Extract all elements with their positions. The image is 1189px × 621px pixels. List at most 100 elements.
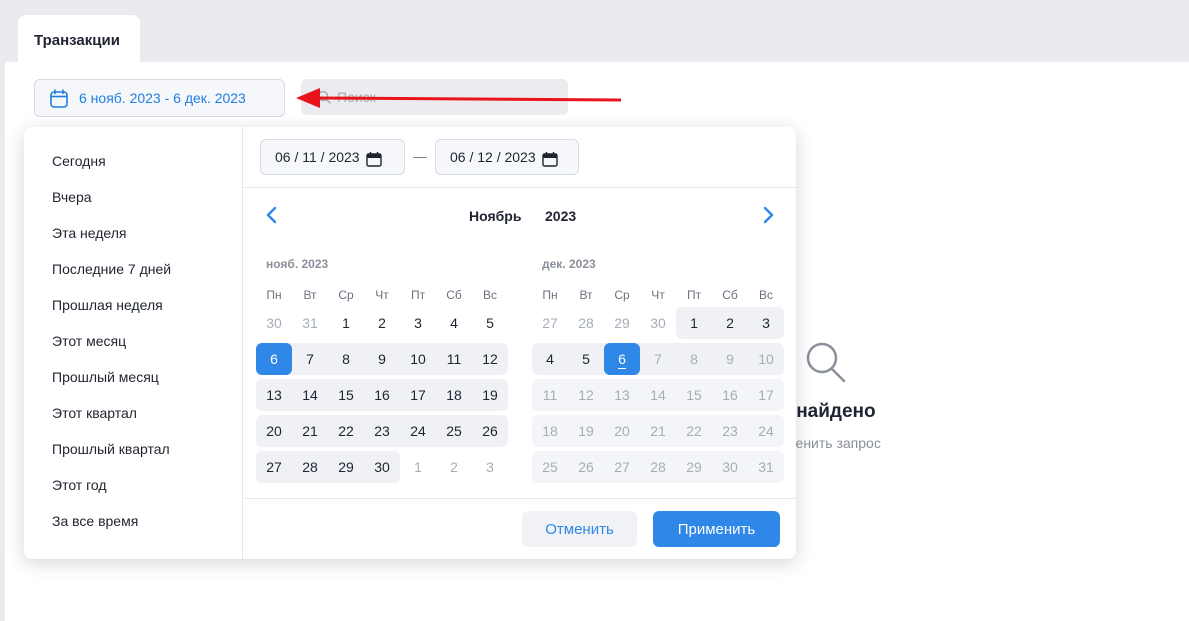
preset-last-week[interactable]: Прошлая неделя bbox=[52, 297, 163, 313]
calendar-day[interactable]: 27 bbox=[604, 451, 640, 483]
calendar-day[interactable]: 7 bbox=[640, 343, 676, 375]
preset-this-week[interactable]: Эта неделя bbox=[52, 225, 126, 241]
calendar-day[interactable]: 9 bbox=[364, 343, 400, 375]
preset-last-month[interactable]: Прошлый месяц bbox=[52, 369, 159, 385]
calendar-day[interactable]: 30 bbox=[640, 307, 676, 339]
day-number: 23 bbox=[722, 423, 738, 439]
tab-transactions[interactable]: Транзакции bbox=[18, 15, 140, 63]
calendar-day[interactable]: 28 bbox=[568, 307, 604, 339]
preset-today[interactable]: Сегодня bbox=[52, 153, 106, 169]
calendar-day[interactable]: 3 bbox=[400, 307, 436, 339]
calendar-day[interactable]: 28 bbox=[292, 451, 328, 483]
calendar-day[interactable]: 24 bbox=[748, 415, 784, 447]
year-selector[interactable]: 2023 bbox=[545, 208, 576, 224]
calendar-day[interactable]: 3 bbox=[472, 451, 508, 483]
calendar-day[interactable]: 30 bbox=[364, 451, 400, 483]
weekday-label: Вс bbox=[482, 288, 497, 302]
calendar-day[interactable]: 15 bbox=[676, 379, 712, 411]
calendar-day[interactable]: 16 bbox=[712, 379, 748, 411]
calendar-day[interactable]: 12 bbox=[472, 343, 508, 375]
calendar-day[interactable]: 29 bbox=[328, 451, 364, 483]
calendar-day[interactable]: 12 bbox=[568, 379, 604, 411]
weekday-label: Вс bbox=[758, 288, 773, 302]
day-number: 25 bbox=[446, 423, 462, 439]
day-number: 11 bbox=[446, 351, 462, 367]
calendar-day[interactable]: 11 bbox=[532, 379, 568, 411]
chevron-left-icon[interactable] bbox=[262, 205, 282, 225]
calendar-day[interactable]: 10 bbox=[748, 343, 784, 375]
calendar-day[interactable]: 18 bbox=[436, 379, 472, 411]
calendar-day[interactable]: 13 bbox=[256, 379, 292, 411]
preset-this-year[interactable]: Этот год bbox=[52, 477, 107, 493]
preset-this-month[interactable]: Этот месяц bbox=[52, 333, 126, 349]
calendar-day-selected[interactable]: 6 bbox=[256, 343, 292, 375]
calendar-icon[interactable] bbox=[365, 151, 382, 167]
calendar-day[interactable]: 24 bbox=[400, 415, 436, 447]
calendar-day[interactable]: 1 bbox=[676, 307, 712, 339]
calendar-day[interactable]: 14 bbox=[640, 379, 676, 411]
preset-this-quarter[interactable]: Этот квартал bbox=[52, 405, 137, 421]
calendar-day[interactable]: 8 bbox=[676, 343, 712, 375]
calendar-day[interactable]: 25 bbox=[436, 415, 472, 447]
calendar-day[interactable]: 8 bbox=[328, 343, 364, 375]
calendar-day[interactable]: 17 bbox=[400, 379, 436, 411]
calendar-day[interactable]: 23 bbox=[364, 415, 400, 447]
calendar-day[interactable]: 30 bbox=[256, 307, 292, 339]
day-number: 3 bbox=[762, 315, 770, 331]
preset-yesterday[interactable]: Вчера bbox=[52, 189, 92, 205]
calendar-day[interactable]: 26 bbox=[472, 415, 508, 447]
calendar-day[interactable]: 25 bbox=[532, 451, 568, 483]
calendar-day[interactable]: 2 bbox=[436, 451, 472, 483]
calendar-day[interactable]: 21 bbox=[292, 415, 328, 447]
calendar-day[interactable]: 4 bbox=[436, 307, 472, 339]
calendar-day[interactable]: 5 bbox=[472, 307, 508, 339]
calendar-day[interactable]: 18 bbox=[532, 415, 568, 447]
calendar-icon[interactable] bbox=[541, 151, 558, 167]
calendar-day[interactable]: 29 bbox=[676, 451, 712, 483]
calendar-day[interactable]: 2 bbox=[364, 307, 400, 339]
calendar-day[interactable]: 1 bbox=[400, 451, 436, 483]
calendar-day[interactable]: 21 bbox=[640, 415, 676, 447]
calendar-day[interactable]: 20 bbox=[256, 415, 292, 447]
month-selector[interactable]: Ноябрь bbox=[469, 208, 521, 224]
chevron-right-icon[interactable] bbox=[758, 205, 778, 225]
calendar-day[interactable]: 3 bbox=[748, 307, 784, 339]
calendar-day[interactable]: 7 bbox=[292, 343, 328, 375]
calendar-day[interactable]: 5 bbox=[568, 343, 604, 375]
date-range-button[interactable]: 6 нояб. 2023 - 6 дек. 2023 bbox=[34, 79, 285, 117]
apply-button[interactable]: Применить bbox=[653, 511, 780, 547]
calendar-day[interactable]: 17 bbox=[748, 379, 784, 411]
calendar-day[interactable]: 13 bbox=[604, 379, 640, 411]
calendar-day[interactable]: 4 bbox=[532, 343, 568, 375]
calendar-day[interactable]: 19 bbox=[472, 379, 508, 411]
end-date-input[interactable]: 06 / 12 / 2023 bbox=[435, 139, 579, 175]
calendar-day[interactable]: 30 bbox=[712, 451, 748, 483]
calendar-day[interactable]: 31 bbox=[748, 451, 784, 483]
preset-all-time[interactable]: За все время bbox=[52, 513, 138, 529]
calendar-day[interactable]: 27 bbox=[532, 307, 568, 339]
calendar-day[interactable]: 2 bbox=[712, 307, 748, 339]
preset-last-quarter[interactable]: Прошлый квартал bbox=[52, 441, 170, 457]
calendar-day-selected[interactable]: 6 bbox=[604, 343, 640, 375]
calendar-day[interactable]: 22 bbox=[328, 415, 364, 447]
day-number: 16 bbox=[374, 387, 390, 403]
calendar-day[interactable]: 31 bbox=[292, 307, 328, 339]
calendar-day[interactable]: 26 bbox=[568, 451, 604, 483]
calendar-day[interactable]: 10 bbox=[400, 343, 436, 375]
calendar-day[interactable]: 29 bbox=[604, 307, 640, 339]
calendar-day[interactable]: 14 bbox=[292, 379, 328, 411]
preset-last-7-days[interactable]: Последние 7 дней bbox=[52, 261, 171, 277]
calendar-day[interactable]: 16 bbox=[364, 379, 400, 411]
start-date-input[interactable]: 06 / 11 / 2023 bbox=[260, 139, 405, 175]
calendar-day[interactable]: 11 bbox=[436, 343, 472, 375]
calendar-day[interactable]: 23 bbox=[712, 415, 748, 447]
cancel-button[interactable]: Отменить bbox=[522, 511, 637, 547]
calendar-day[interactable]: 1 bbox=[328, 307, 364, 339]
calendar-day[interactable]: 19 bbox=[568, 415, 604, 447]
calendar-day[interactable]: 27 bbox=[256, 451, 292, 483]
calendar-day[interactable]: 22 bbox=[676, 415, 712, 447]
calendar-day[interactable]: 28 bbox=[640, 451, 676, 483]
calendar-day[interactable]: 9 bbox=[712, 343, 748, 375]
calendar-day[interactable]: 20 bbox=[604, 415, 640, 447]
calendar-day[interactable]: 15 bbox=[328, 379, 364, 411]
